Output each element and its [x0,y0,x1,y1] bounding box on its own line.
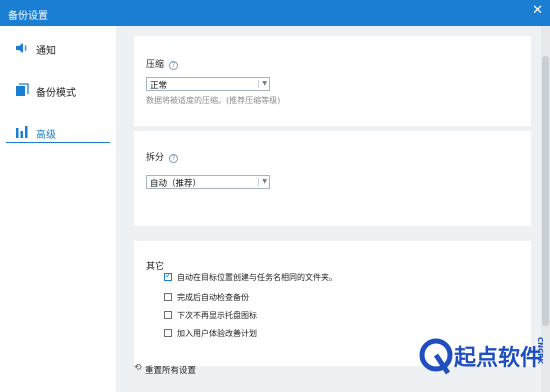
compression-value: 正常 [150,81,168,91]
select-divider [258,178,259,186]
section-title-split: 拆分? [146,150,179,163]
split-section: 拆分? 自动（推荐） ▼ [134,131,531,226]
section-title-compression: 压缩? [146,57,179,70]
sidebar-item-label: 通知 [36,46,56,57]
help-icon[interactable]: ? [169,61,179,70]
compression-select[interactable]: 正常 ▼ [146,77,270,91]
compression-title: 压缩 [146,60,165,70]
split-title: 拆分 [146,153,165,163]
reset-icon: ⟲ [134,363,142,373]
other-title: 其它 [146,262,165,272]
checkbox[interactable] [164,293,172,301]
bar-chart-icon [16,126,28,138]
checkbox[interactable] [164,311,172,319]
window-title: 备份设置 [8,11,48,22]
checkmark-icon: ✓ [165,271,172,280]
chevron-down-icon: ▼ [262,80,267,87]
title-bar: 备份设置 ✕ [0,0,550,26]
scrollbar-thumb[interactable] [542,56,549,326]
close-icon[interactable]: ✕ [532,4,543,18]
checkbox[interactable]: ✓ [164,271,172,281]
compression-section: 压缩? 正常 ▼ 数据将被适度的压缩。(推荐压缩等级) [134,36,531,126]
watermark-logo: 起点软件 CNCRK [418,325,546,385]
chevron-down-icon: ▼ [262,178,267,185]
option-label: 自动在目标位置创建与任务名相同的文件夹。 [177,273,337,282]
sidebar-item-notification[interactable]: 通知 [0,34,116,62]
svg-text:CNCRK: CNCRK [536,337,544,365]
speaker-icon [16,43,27,53]
reset-label: 重置所有设置 [145,366,197,376]
split-select[interactable]: 自动（推荐） ▼ [146,175,270,189]
option-label: 完成后自动检查备份 [177,293,249,302]
sidebar-item-label: 高级 [36,130,56,141]
sidebar: 通知 备份模式 高级 [0,26,116,392]
checkbox[interactable] [164,329,172,337]
option-label: 加入用户体验改善计划 [177,329,257,338]
select-divider [258,80,259,88]
split-value: 自动（推荐） [150,179,202,189]
active-tab-indicator [6,142,110,143]
sidebar-item-label: 备份模式 [36,88,76,99]
help-icon[interactable]: ? [169,154,179,163]
option-label: 下次不再显示托盘图标 [177,311,257,320]
svg-text:起点软件: 起点软件 [453,345,542,371]
compression-hint: 数据将被适度的压缩。(推荐压缩等级) [146,96,281,105]
watermark-graphic: 起点软件 CNCRK [419,337,544,375]
sidebar-item-backup-mode[interactable]: 备份模式 [0,76,116,104]
copy-icon [16,83,29,96]
